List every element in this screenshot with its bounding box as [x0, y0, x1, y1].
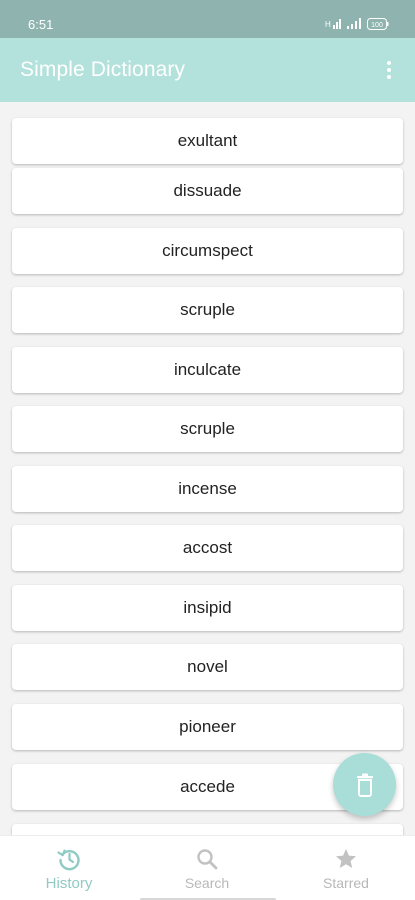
- history-item[interactable]: exultant: [12, 118, 403, 164]
- history-word: scruple: [180, 300, 235, 319]
- dot: [387, 68, 391, 72]
- history-word: pioneer: [179, 717, 236, 736]
- history-word: circumspect: [162, 241, 253, 260]
- history-item[interactable]: circumspect: [12, 228, 403, 274]
- star-icon: [336, 849, 356, 868]
- dot: [387, 75, 391, 79]
- history-item[interactable]: dissuade: [12, 168, 403, 214]
- battery-icon: 100: [367, 18, 389, 30]
- history-word: novel: [187, 657, 228, 676]
- battery-level: 100: [371, 22, 383, 29]
- nav-starred[interactable]: Starred: [277, 836, 415, 900]
- more-vert-icon[interactable]: [377, 58, 401, 82]
- history-word: exultant: [177, 131, 238, 150]
- status-time: 6:51: [28, 17, 54, 32]
- signal-icon: [347, 18, 361, 29]
- status-icons: H 100: [325, 18, 389, 30]
- nav-history[interactable]: History: [0, 836, 138, 900]
- history-item[interactable]: incense: [12, 466, 403, 512]
- history-icon: [57, 849, 80, 871]
- signal-hd-icon: H: [325, 19, 341, 29]
- history-word: scruple: [180, 419, 235, 438]
- history-word: incense: [178, 479, 237, 498]
- history-word: inculcate: [173, 360, 242, 379]
- history-item[interactable]: inculcate: [12, 347, 403, 393]
- clear-history-button[interactable]: [333, 753, 396, 816]
- history-item[interactable]: novel: [12, 644, 403, 690]
- history-item[interactable]: scruple: [12, 287, 403, 333]
- history-list[interactable]: exultant dissuade circumspect scruple in…: [0, 102, 415, 835]
- nav-label-search: Search: [184, 875, 230, 891]
- nav-label-starred: Starred: [323, 875, 369, 891]
- app-title: Simple Dictionary: [20, 58, 186, 81]
- history-item[interactable]: pioneer: [12, 704, 403, 750]
- nav-search[interactable]: Search: [138, 836, 276, 900]
- svg-text:H: H: [325, 20, 331, 29]
- history-word: accost: [182, 538, 233, 557]
- app-bar: Simple Dictionary: [0, 38, 415, 102]
- dot: [387, 61, 391, 65]
- history-word: insipid: [183, 598, 232, 617]
- screen: 6:51 H 100 Simple Dictionary exultant di…: [0, 0, 415, 900]
- history-word: accede: [180, 777, 235, 796]
- nav-label-history: History: [45, 875, 93, 892]
- trash-icon: [356, 773, 373, 797]
- history-word: dissuade: [173, 181, 242, 200]
- bottom-navigation: History Search Starred: [0, 835, 415, 900]
- status-bar: 6:51 H 100: [0, 0, 415, 38]
- history-item[interactable]: insipid: [12, 585, 403, 631]
- history-item[interactable]: scruple: [12, 406, 403, 452]
- history-item[interactable]: accost: [12, 525, 403, 571]
- history-item-partial[interactable]: [12, 824, 403, 835]
- search-icon: [197, 849, 218, 870]
